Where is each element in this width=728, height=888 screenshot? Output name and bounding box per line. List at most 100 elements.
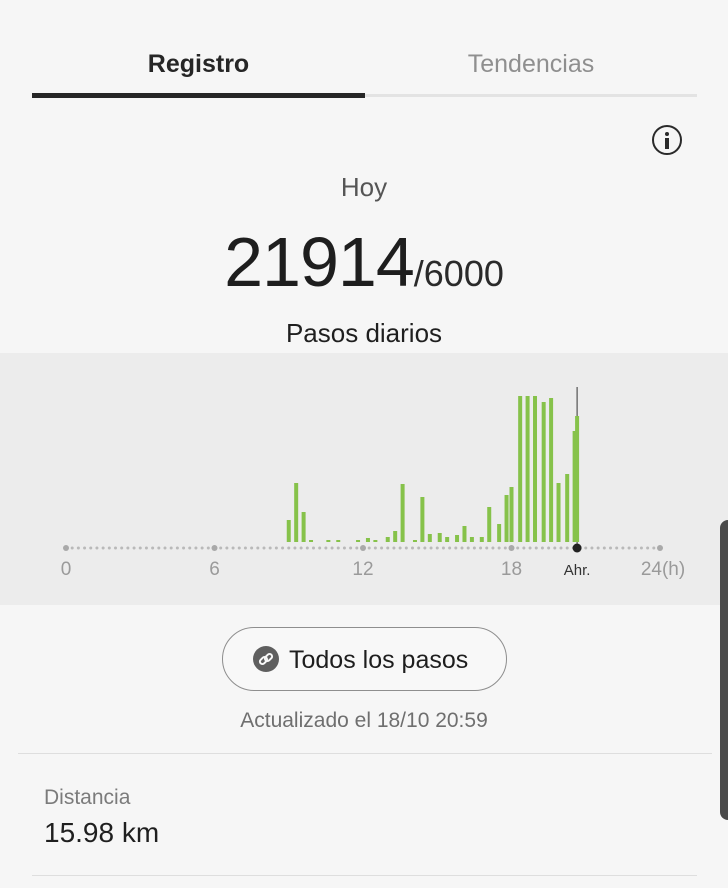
baseline-dot <box>225 546 229 550</box>
baseline-dot <box>609 546 612 550</box>
baseline-dot <box>386 546 390 550</box>
steps-chart: 0 6 12 18 Ahr. 24(h) <box>61 387 685 580</box>
baseline-dot <box>472 546 476 550</box>
baseline-dot <box>652 546 656 550</box>
x-tick-label: 12 <box>352 559 373 580</box>
baseline-dot <box>429 546 433 550</box>
baseline-dot <box>305 546 309 550</box>
chart-bar <box>309 540 314 542</box>
baseline-dot <box>138 546 142 550</box>
baseline-dot <box>355 546 359 550</box>
baseline-dot <box>83 546 87 550</box>
tick-dot <box>211 545 218 551</box>
steps-chart-panel: 0 6 12 18 Ahr. 24(h) <box>0 353 728 605</box>
baseline-dot <box>528 546 532 550</box>
all-steps-button[interactable]: Todos los pasos <box>222 627 507 691</box>
distance-value: 15.98 km <box>44 817 160 848</box>
chart-bar <box>437 533 442 542</box>
daily-steps-label: Pasos diarios <box>285 318 443 348</box>
baseline-dot <box>281 546 285 550</box>
baseline-dot <box>219 546 223 550</box>
baseline-dot <box>646 546 650 550</box>
baseline-dot <box>163 546 167 550</box>
chart-bar <box>487 507 492 542</box>
chart-bar <box>479 537 484 542</box>
baseline-dot <box>615 546 619 550</box>
baseline-dot <box>126 546 130 550</box>
baseline-dot <box>349 546 353 550</box>
baseline-dot <box>299 546 303 550</box>
baseline-dot <box>380 546 384 550</box>
baseline-dot <box>194 546 198 550</box>
baseline-dot <box>559 546 563 550</box>
baseline-dot <box>243 546 247 550</box>
chart-bar <box>533 396 538 542</box>
tick-dot <box>63 545 69 551</box>
distance-label: Distancia <box>44 786 131 809</box>
baseline-dot <box>392 546 396 550</box>
baseline-dot <box>293 546 297 550</box>
baseline-dot <box>441 546 445 550</box>
updated-timestamp: Actualizado el 18/10 20:59 <box>240 709 488 732</box>
chart-bar <box>469 537 474 542</box>
chart-bar <box>420 497 425 542</box>
chart-bar <box>427 534 432 542</box>
scrollbar[interactable] <box>720 520 728 820</box>
chart-bar-current <box>575 416 580 542</box>
x-tick-label: 0 <box>61 559 72 580</box>
info-icon-dot <box>665 132 669 136</box>
baseline-dot <box>175 546 179 550</box>
baseline-dot <box>417 546 421 550</box>
baseline-dot <box>639 546 643 550</box>
baseline-dot <box>466 546 470 550</box>
tick-dot <box>360 545 366 551</box>
tab-tendencias[interactable]: Tendencias <box>365 50 697 79</box>
x-tick-label: 6 <box>209 559 220 580</box>
baseline-dot <box>151 546 155 550</box>
chart-bar <box>393 531 398 542</box>
chart-bar <box>518 396 523 542</box>
chart-bar <box>556 483 561 542</box>
divider <box>32 875 697 876</box>
baseline-dot <box>76 546 80 550</box>
baseline-dot <box>621 546 625 550</box>
tab-registro[interactable]: Registro <box>32 50 365 79</box>
baseline-dot <box>107 546 111 550</box>
chart-bar <box>385 537 390 542</box>
chart-bar <box>373 540 378 542</box>
chart-bar <box>525 396 530 542</box>
baseline-dot <box>188 546 192 550</box>
baseline-dot <box>627 546 631 550</box>
baseline-dot <box>497 546 501 550</box>
baseline-dot <box>404 546 408 550</box>
all-steps-label: Todos los pasos <box>289 646 469 674</box>
info-icon[interactable] <box>652 125 682 155</box>
baseline-dot <box>522 546 526 550</box>
baseline-dot <box>448 546 452 550</box>
chart-bar <box>286 520 291 542</box>
chart-bar <box>541 402 546 542</box>
baseline-dot <box>89 546 93 550</box>
baseline-dot <box>411 546 414 550</box>
baseline-dot <box>287 546 291 550</box>
baseline-dot <box>120 546 124 550</box>
baseline-dot <box>590 546 594 550</box>
baseline-dot <box>584 546 588 550</box>
chart-bar <box>356 540 361 542</box>
baseline-dot <box>182 546 186 550</box>
baseline-dot <box>206 546 210 550</box>
baseline-dot <box>336 546 340 550</box>
baseline-dot <box>435 546 439 550</box>
chart-bar <box>400 484 405 542</box>
tick-dot <box>508 545 515 551</box>
baseline-dot <box>262 546 266 550</box>
baseline-dot <box>101 546 105 550</box>
baseline-dot <box>231 546 235 550</box>
baseline-dot <box>423 546 427 550</box>
today-label: Hoy <box>340 172 388 202</box>
divider <box>18 753 712 754</box>
chart-bar <box>294 483 299 542</box>
baseline-dot <box>200 546 204 550</box>
x-tick-label: 24(h) <box>641 559 685 580</box>
baseline-dot <box>503 546 507 550</box>
